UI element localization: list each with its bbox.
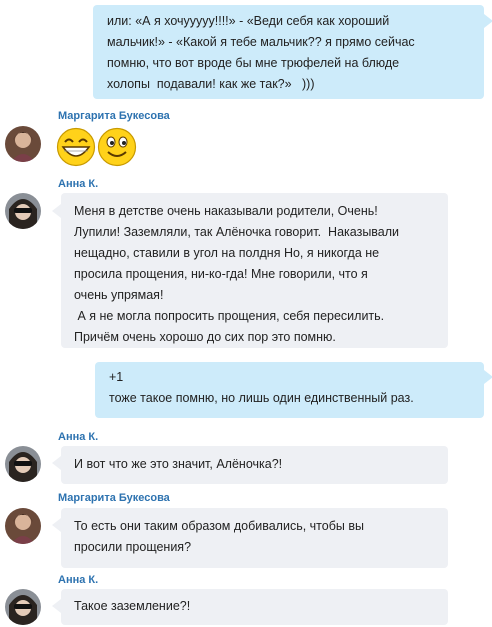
bubble-tail [52, 204, 61, 218]
author-name[interactable]: Маргарита Букесова [58, 110, 170, 122]
message-line: И вот что же это значит, Алёночка?! [74, 457, 283, 471]
avatar[interactable] [5, 126, 41, 162]
bubble-tail [484, 370, 492, 384]
message-line: помню, что вот вроде бы мне трюфелей на … [107, 56, 400, 70]
avatar[interactable] [5, 446, 41, 482]
message-line: тоже такое помню, но лишь один единствен… [109, 391, 414, 405]
message-line: +1 [109, 370, 124, 384]
incoming-message-bubble: И вот что же это значит, Алёночка?! [61, 446, 448, 484]
incoming-message-bubble: То есть они таким образом добивались, чт… [61, 508, 448, 568]
bubble-tail [52, 518, 61, 532]
message-line: холопы подавали! как же так?» ))) [107, 77, 315, 91]
laughing-emoticon [56, 127, 96, 172]
message-line: То есть они таким образом добивались, чт… [74, 519, 364, 533]
avatar[interactable] [5, 589, 41, 625]
message-line: очень упрямая! [74, 288, 164, 302]
author-name[interactable]: Маргарита Букесова [58, 492, 170, 504]
avatar[interactable] [5, 193, 41, 229]
message-line: А я не могла попросить прощения, себя пе… [74, 309, 385, 323]
bubble-tail [484, 14, 492, 28]
message-line: Причём очень хорошо до сих пор это помню… [74, 330, 336, 344]
avatar[interactable] [5, 508, 41, 544]
author-name[interactable]: Анна К. [58, 574, 98, 586]
message-line: Меня в детстве очень наказывали родители… [74, 204, 378, 218]
incoming-message-bubble: Меня в детстве очень наказывали родители… [61, 193, 448, 348]
author-name[interactable]: Анна К. [58, 178, 98, 190]
message-line: Лупили! Заземляли, так Алёночка говорит.… [74, 225, 400, 239]
bubble-tail [52, 456, 61, 470]
bubble-tail [52, 599, 61, 613]
message-line: Такое заземление?! [74, 599, 191, 613]
message-line: просила прощения, ни-ко-гда! Мне говорил… [74, 267, 368, 281]
outgoing-message-bubble: или: «А я хочууууу!!!!» - «Веди себя как… [93, 5, 484, 99]
incoming-message-bubble: Такое заземление?! [61, 589, 448, 625]
author-name[interactable]: Анна К. [58, 431, 98, 443]
outgoing-message-bubble: +1 тоже такое помню, но лишь один единст… [95, 362, 484, 418]
message-line: или: «А я хочууууу!!!!» - «Веди себя как… [107, 14, 390, 28]
message-line: просили прощения? [74, 540, 192, 554]
message-line: мальчик!» - «Какой я тебе мальчик?? я пр… [107, 35, 415, 49]
smile-emoticon [97, 127, 137, 172]
message-line: нещадно, ставили в угол на полдня Но, я … [74, 246, 380, 260]
